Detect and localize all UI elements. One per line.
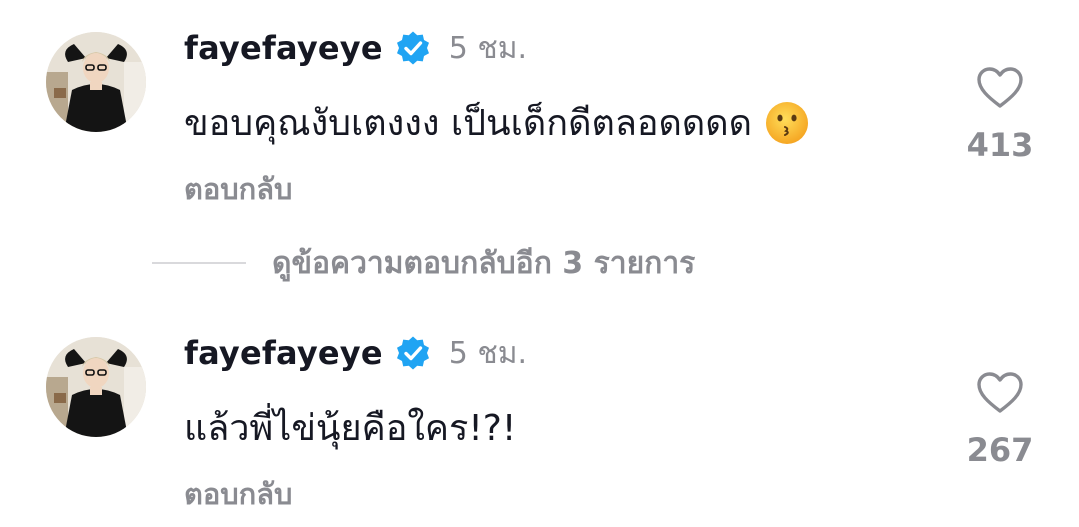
reply-button[interactable]: ตอบกลับ [184,166,292,212]
comment-thread: fayefayeye 5 ชม. ขอบคุณงับเตงงง เป็นเด็ก… [0,0,1079,527]
username[interactable]: fayefayeye [184,29,383,67]
like-button[interactable]: 267 [960,371,1040,469]
verified-badge-icon [395,335,431,371]
comment-timestamp: 5 ชม. [448,30,528,66]
comment-body: แล้วพี่ไข่นุ้ยคือใคร!?! [184,399,516,456]
view-replies-label[interactable]: ดูข้อความตอบกลับอีก 3 รายการ [272,240,695,287]
divider [152,262,246,264]
comment-header: fayefayeye 5 ชม. [184,28,527,68]
comment-text: ขอบคุณงับเตงงง เป็นเด็กดีตลอดดดด [184,103,753,144]
comment-body: ขอบคุณงับเตงงง เป็นเด็กดีตลอดดดด [184,94,810,151]
avatar[interactable] [46,337,146,437]
view-more-replies[interactable]: ดูข้อความตอบกลับอีก 3 รายการ [152,243,695,283]
like-count: 267 [966,431,1034,469]
avatar[interactable] [46,32,146,132]
reply-button[interactable]: ตอบกลับ [184,471,292,517]
username[interactable]: fayefayeye [184,334,383,372]
comment-item: fayefayeye 5 ชม. ขอบคุณงับเตงงง เป็นเด็ก… [0,0,1079,206]
comment-text: แล้วพี่ไข่นุ้ยคือใคร!?! [184,408,517,449]
verified-badge-icon [395,30,431,66]
like-button[interactable]: 413 [960,66,1040,164]
comment-timestamp: 5 ชม. [448,335,528,371]
heart-outline-icon[interactable] [976,66,1024,110]
like-count: 413 [966,126,1034,164]
heart-outline-icon[interactable] [976,371,1024,415]
comment-item: fayefayeye 5 ชม. แล้วพี่ไข่นุ้ยคือใคร!?!… [0,305,1079,511]
kissing-face-emoji [764,100,810,146]
comment-header: fayefayeye 5 ชม. [184,333,527,373]
